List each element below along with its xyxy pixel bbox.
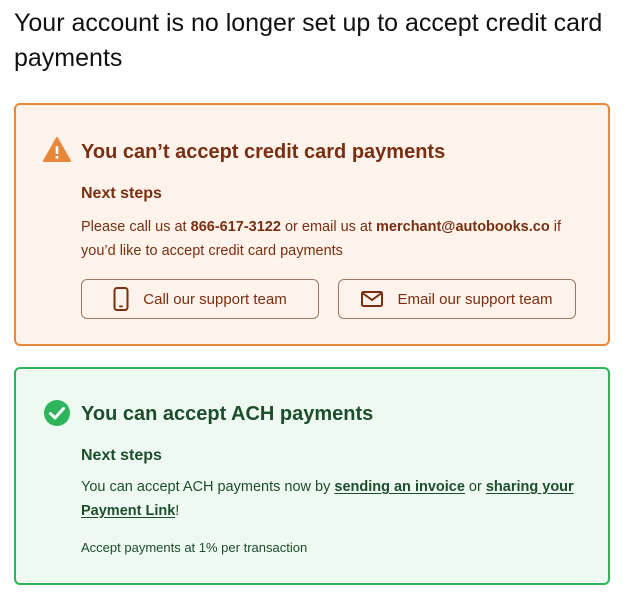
check-circle-icon (44, 400, 70, 426)
warning-icon (43, 137, 71, 162)
call-support-label: Call our support team (143, 290, 287, 308)
ach-next-steps-heading: Next steps (81, 447, 162, 464)
credit-card-next-steps-heading: Next steps (81, 185, 162, 202)
email-support-label: Email our support team (397, 290, 553, 308)
credit-card-title: You can’t accept credit card payments (81, 141, 446, 163)
email-support-button[interactable]: Email our support team (338, 279, 576, 319)
call-support-button[interactable]: Call our support team (81, 279, 319, 319)
page-title: Your account is no longer set up to acce… (14, 9, 603, 72)
message-text: or (464, 479, 486, 495)
fee-note: Accept payments at 1% per transaction (81, 540, 308, 555)
message-text: Please call us at (81, 219, 191, 235)
ach-status-card: You can accept ACH payments Next steps Y… (14, 367, 610, 585)
support-email-address: merchant@autobooks.co (376, 219, 550, 235)
message-text: You can accept ACH payments now by (81, 479, 335, 495)
credit-card-message: Please call us at 866-617-3122 or email … (81, 215, 591, 263)
send-invoice-link[interactable]: sending an invoice (334, 479, 465, 495)
credit-card-status-card: You can’t accept credit card payments Ne… (14, 103, 610, 346)
mobile-phone-icon (113, 287, 129, 311)
message-text: or email us at (280, 219, 377, 235)
envelope-icon (361, 291, 384, 307)
message-text: ! (175, 503, 180, 519)
ach-message: You can accept ACH payments now by sendi… (81, 475, 591, 523)
support-phone-number: 866-617-3122 (190, 219, 281, 235)
ach-title: You can accept ACH payments (81, 403, 374, 425)
